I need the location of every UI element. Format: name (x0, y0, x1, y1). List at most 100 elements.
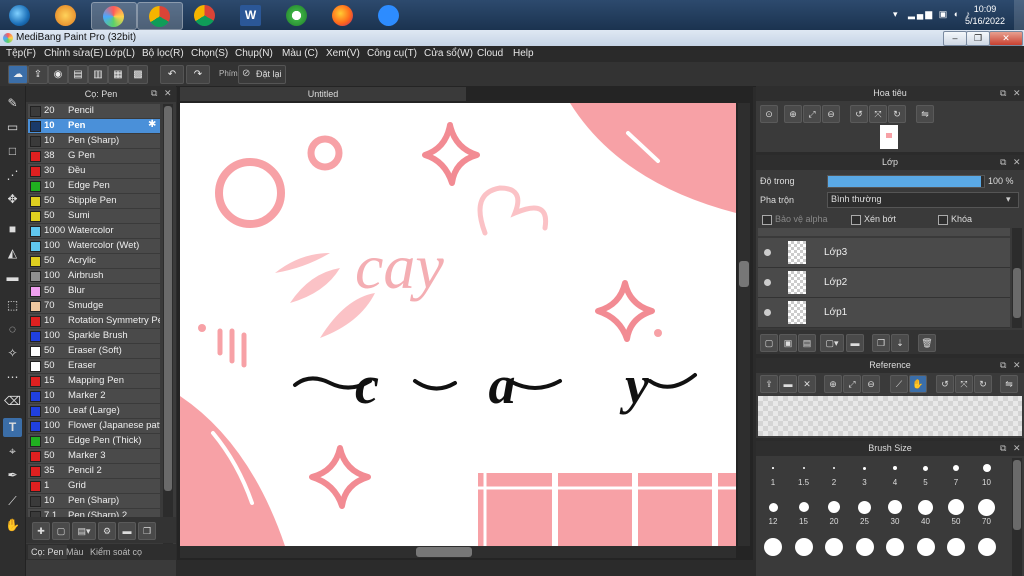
eye-icon[interactable] (764, 309, 771, 316)
flip-icon[interactable]: ⤧ (869, 105, 887, 123)
brush-item[interactable]: 10 Rotation Symmetry Pe (28, 314, 160, 329)
brush-item[interactable]: 100 Airbrush (28, 269, 160, 284)
brush-item[interactable]: 50 Blur (28, 284, 160, 299)
zoom-out-icon[interactable]: ⊖ (862, 375, 880, 393)
brush-item[interactable]: 50 Marker 3 (28, 449, 160, 464)
brush-list-scrollbar[interactable] (163, 104, 173, 554)
brush-size-option[interactable]: 30 (880, 496, 910, 526)
taskbar-app-word[interactable]: W (229, 2, 273, 28)
eyedropper-tool-icon[interactable]: ⟋ (3, 492, 22, 511)
brush-size-option[interactable]: 12 (758, 496, 788, 526)
brush-size-option[interactable] (758, 535, 788, 565)
zoom-fit-icon[interactable]: ⊙ (760, 105, 778, 123)
layers-scrollbar[interactable] (1012, 228, 1022, 328)
rotate-right-icon[interactable]: ↻ (974, 375, 992, 393)
brush-item[interactable]: 10 Edge Pen (28, 179, 160, 194)
menu-select[interactable]: Chọn(S) (191, 48, 228, 59)
close-button[interactable]: ✕ (989, 31, 1023, 46)
panel-float-icon[interactable]: ⧉ (1000, 443, 1006, 454)
taskbar-app-medibang[interactable] (91, 2, 137, 30)
actual-size-icon[interactable]: ⤢ (803, 105, 821, 123)
layer-menu-icon[interactable]: ▢▾ (820, 334, 844, 352)
menu-edit[interactable]: Chỉnh sửa(E) (44, 48, 104, 59)
merge-layer-icon[interactable]: ⇣ (891, 334, 909, 352)
mirror-icon[interactable]: ⇋ (916, 105, 934, 123)
brush-item[interactable]: 10 Pen ✱ (28, 119, 160, 134)
open-folder-icon[interactable]: ▬ (779, 375, 797, 393)
actual-size-icon[interactable]: ⤢ (843, 375, 861, 393)
new-layer-icon[interactable]: ▢ (760, 334, 778, 352)
brush-item[interactable]: 50 Stipple Pen (28, 194, 160, 209)
select-pen-tool-icon[interactable]: ⋯ (3, 368, 22, 387)
rotate-left-icon[interactable]: ↺ (936, 375, 954, 393)
hand-icon[interactable]: ✋ (909, 375, 927, 393)
rotate-right-icon[interactable]: ↻ (888, 105, 906, 123)
tray-chevron-icon[interactable]: ▾ (893, 9, 898, 20)
zoom-out-icon[interactable]: ⊖ (822, 105, 840, 123)
brush-size-option[interactable]: 5 (911, 457, 941, 487)
tab-brush[interactable]: Cọ: Pen (28, 545, 67, 559)
reference-image-area[interactable] (758, 396, 1022, 436)
taskbar-app-paint[interactable] (44, 2, 88, 28)
menu-color[interactable]: Màu (C) (282, 48, 318, 59)
brush-size-option[interactable]: 40 (911, 496, 941, 526)
brush-item[interactable]: 38 G Pen (28, 149, 160, 164)
brush-item[interactable]: 50 Acrylic (28, 254, 160, 269)
menu-snap[interactable]: Chụp(N) (235, 48, 273, 59)
panel-close-icon[interactable]: ✕ (164, 88, 172, 99)
close-reference-icon[interactable]: ✕ (798, 375, 816, 393)
brush-size-option[interactable]: 15 (789, 496, 819, 526)
maximize-button[interactable]: ❐ (966, 31, 990, 46)
brush-size-option[interactable] (789, 535, 819, 565)
menu-window[interactable]: Cửa sổ(W) (424, 48, 473, 59)
brush-size-option[interactable]: 3 (850, 457, 880, 487)
brush-size-option[interactable]: 70 (972, 496, 1002, 526)
brush-item[interactable]: 100 Sparkle Brush (28, 329, 160, 344)
menu-help[interactable]: Help (513, 48, 534, 59)
add-brush-icon[interactable]: ✚ (32, 522, 50, 540)
brush-tool-icon[interactable]: ✎ (3, 94, 22, 113)
flip-icon[interactable]: ⤧ (955, 375, 973, 393)
panel-close-icon[interactable]: ✕ (1013, 360, 1021, 371)
share-icon[interactable]: ⇪ (28, 65, 48, 84)
lock-checkbox[interactable] (938, 215, 948, 225)
panel-close-icon[interactable]: ✕ (1013, 88, 1021, 99)
select-tool-icon[interactable]: ⬚ (3, 296, 22, 315)
duplicate-layer-icon[interactable]: ❐ (872, 334, 890, 352)
brush-size-option[interactable] (941, 535, 971, 565)
brush-settings-icon[interactable]: ✱ (148, 119, 156, 130)
panel-float-icon[interactable]: ⧉ (151, 88, 157, 99)
brush-settings-icon[interactable]: ⚙ (98, 522, 116, 540)
divide-tool-icon[interactable]: ⌖ (3, 442, 22, 461)
new-halftone-layer-icon[interactable]: ▣ (779, 334, 797, 352)
clipping-checkbox[interactable] (851, 215, 861, 225)
brush-item[interactable]: 10 Edge Pen (Thick) (28, 434, 160, 449)
taskbar-app-zoom[interactable] (367, 2, 411, 28)
brush-item[interactable]: 35 Pencil 2 (28, 464, 160, 479)
lasso-tool-icon[interactable]: ◌ (3, 320, 22, 339)
layer-folder-icon[interactable]: ▬ (846, 334, 864, 352)
eyedropper-icon[interactable]: ⟋ (890, 375, 908, 393)
layer-row-2[interactable]: Lớp2 (758, 268, 1010, 298)
document-icon[interactable]: ▥ (88, 65, 108, 84)
select-rect-tool-icon[interactable]: □ (3, 142, 22, 161)
brush-item[interactable]: 30 Đều (28, 164, 160, 179)
canvas-vertical-scrollbar[interactable] (738, 103, 750, 546)
taskbar-app-chrome-2[interactable] (183, 2, 227, 28)
brush-item[interactable]: 70 Smudge (28, 299, 160, 314)
protect-alpha-checkbox[interactable] (762, 215, 772, 225)
bucket-tool-icon[interactable]: ◭ (3, 244, 22, 263)
tile-icon[interactable]: ▩ (128, 65, 148, 84)
brush-size-option[interactable]: 10 (972, 457, 1002, 487)
brush-item[interactable]: 100 Watercolor (Wet) (28, 239, 160, 254)
upload-icon[interactable]: ⇪ (760, 375, 778, 393)
brush-size-option[interactable]: 20 (819, 496, 849, 526)
brush-size-option[interactable] (850, 535, 880, 565)
new-brush-icon[interactable]: ▢ (52, 522, 70, 540)
brush-list-scroll-thumb[interactable] (164, 106, 172, 491)
brush-item[interactable]: 50 Eraser (28, 359, 160, 374)
layer-row-partial[interactable] (758, 228, 1010, 236)
menu-tools[interactable]: Công cụ(T) (367, 48, 417, 59)
chat-icon[interactable]: ◉ (48, 65, 68, 84)
tab-brush-control[interactable]: Kiểm soát cọ (90, 545, 142, 559)
